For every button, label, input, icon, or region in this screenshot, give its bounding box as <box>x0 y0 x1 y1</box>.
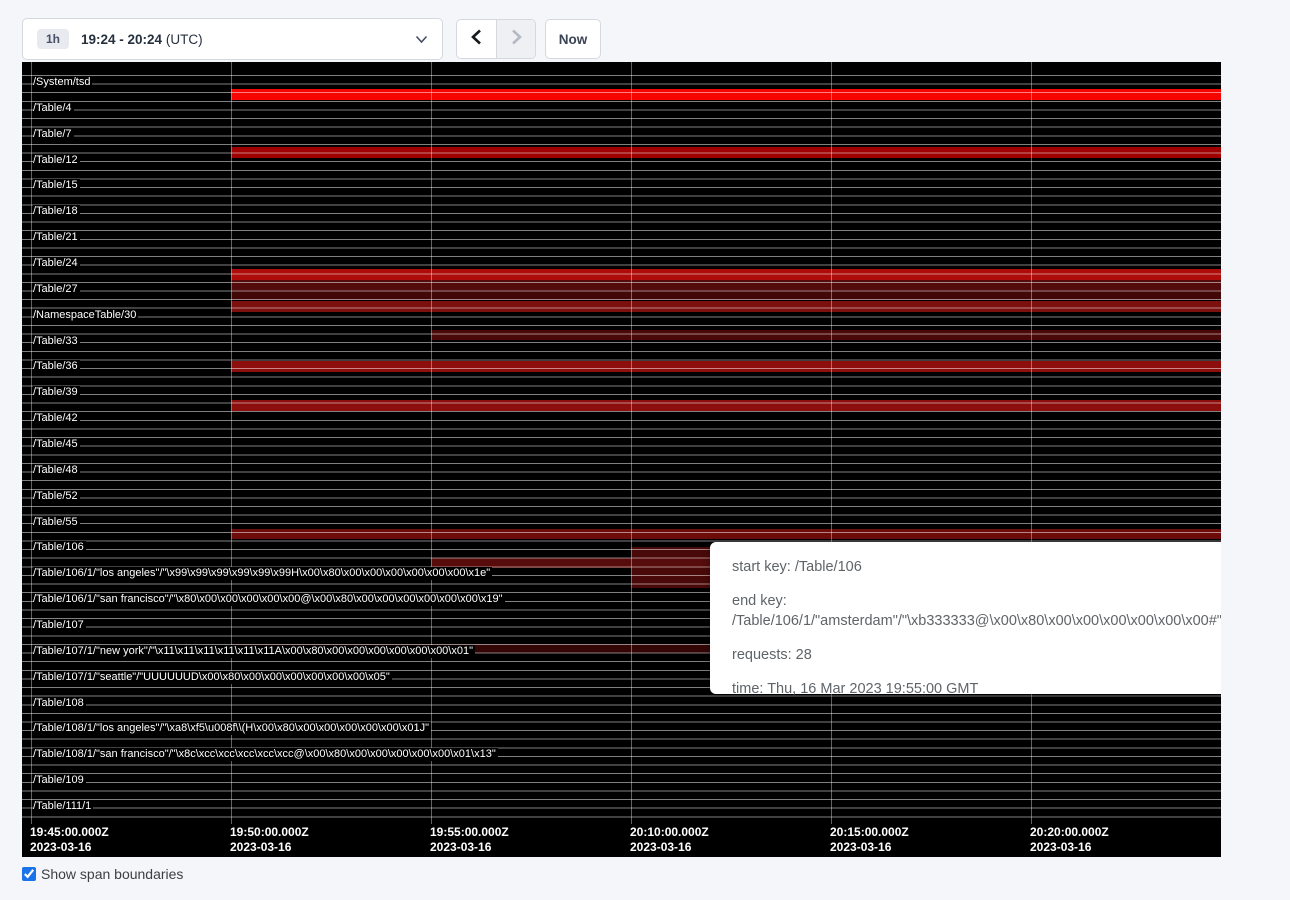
range-duration-badge: 1h <box>37 29 69 49</box>
tooltip-time: time: Thu, 16 Mar 2023 19:55:00 GMT <box>732 679 1221 699</box>
row-label: /Table/106 <box>33 541 86 554</box>
row-label: /Table/27 <box>33 283 80 296</box>
tick-date: 2023-03-16 <box>630 840 709 855</box>
now-button[interactable]: Now <box>545 19 601 59</box>
tick-date: 2023-03-16 <box>830 840 909 855</box>
show-span-boundaries-checkbox[interactable] <box>22 867 36 881</box>
row-label: /Table/36 <box>33 360 80 373</box>
x-axis-tick: 19:50:00.000Z2023-03-16 <box>230 825 309 855</box>
row-label: /Table/107/1/"seattle"/"UUUUUUD\x00\x80\… <box>33 671 392 684</box>
prev-range-button[interactable] <box>457 20 496 58</box>
row-label: /Table/107/1/"new york"/"\x11\x11\x11\x1… <box>33 645 475 658</box>
row-label: /Table/42 <box>33 412 80 425</box>
row-label: /Table/7 <box>33 128 74 141</box>
tick-date: 2023-03-16 <box>30 840 109 855</box>
row-label: /Table/48 <box>33 464 80 477</box>
x-axis-tick: 19:55:00.000Z2023-03-16 <box>430 825 509 855</box>
row-label: /NamespaceTable/30 <box>33 309 138 322</box>
row-label: /Table/4 <box>33 102 74 115</box>
show-span-boundaries-label: Show span boundaries <box>41 866 183 882</box>
tick-time: 19:55:00.000Z <box>430 825 509 840</box>
tooltip-start-key: start key: /Table/106 <box>732 557 1221 577</box>
row-label: /System/tsd <box>33 76 92 89</box>
row-label: /Table/108 <box>33 697 86 710</box>
tooltip-requests: requests: 28 <box>732 645 1221 665</box>
row-label: /Table/33 <box>33 335 80 348</box>
time-range-selector[interactable]: 1h 19:24 - 20:24 (UTC) <box>22 18 443 60</box>
row-label: /Table/18 <box>33 205 80 218</box>
keyvisualizer-canvas[interactable]: /System/tsd/Table/4/Table/7/Table/12/Tab… <box>22 62 1221 857</box>
row-label: /Table/106/1/"san francisco"/"\x80\x00\x… <box>33 593 505 606</box>
row-label: /Table/15 <box>33 179 80 192</box>
row-label: /Table/24 <box>33 257 80 270</box>
tick-date: 2023-03-16 <box>430 840 509 855</box>
row-label: /Table/106/1/"los angeles"/"\x99\x99\x99… <box>33 567 492 580</box>
row-label: /Table/21 <box>33 231 80 244</box>
row-label: /Table/39 <box>33 386 80 399</box>
tick-time: 20:20:00.000Z <box>1030 825 1109 840</box>
row-label: /Table/109 <box>33 774 86 787</box>
chevron-down-icon <box>415 35 428 44</box>
x-axis-tick: 20:15:00.000Z2023-03-16 <box>830 825 909 855</box>
tick-date: 2023-03-16 <box>230 840 309 855</box>
tick-time: 19:45:00.000Z <box>30 825 109 840</box>
range-label: 19:24 - 20:24 (UTC) <box>81 32 203 47</box>
row-label: /Table/12 <box>33 154 80 167</box>
row-label: /Table/108/1/"san francisco"/"\x8c\xcc\x… <box>33 748 498 761</box>
row-label: /Table/108/1/"los angeles"/"\xa8\xf5\u00… <box>33 722 431 735</box>
tooltip-end-key: end key: /Table/106/1/"amsterdam"/"\xb33… <box>732 591 1221 631</box>
bucket-tooltip: start key: /Table/106 end key: /Table/10… <box>710 542 1221 694</box>
span-boundaries-layer <box>22 75 1221 823</box>
tick-date: 2023-03-16 <box>1030 840 1109 855</box>
row-label: /Table/52 <box>33 490 80 503</box>
range-times: 19:24 - 20:24 <box>81 32 162 47</box>
chevron-left-icon <box>471 29 482 50</box>
row-label: /Table/55 <box>33 516 80 529</box>
row-label: /Table/107 <box>33 619 86 632</box>
show-span-boundaries-control: Show span boundaries <box>22 866 183 882</box>
row-label: /Table/45 <box>33 438 80 451</box>
range-timezone: (UTC) <box>162 32 203 47</box>
tick-time: 20:10:00.000Z <box>630 825 709 840</box>
tick-time: 20:15:00.000Z <box>830 825 909 840</box>
x-axis-tick: 19:45:00.000Z2023-03-16 <box>30 825 109 855</box>
chevron-right-icon <box>511 29 522 50</box>
row-label: /Table/111/1 <box>33 800 93 813</box>
x-axis-tick: 20:20:00.000Z2023-03-16 <box>1030 825 1109 855</box>
tick-time: 19:50:00.000Z <box>230 825 309 840</box>
next-range-button-disabled[interactable] <box>496 20 535 58</box>
x-axis-tick: 20:10:00.000Z2023-03-16 <box>630 825 709 855</box>
time-nav-group <box>456 19 536 59</box>
